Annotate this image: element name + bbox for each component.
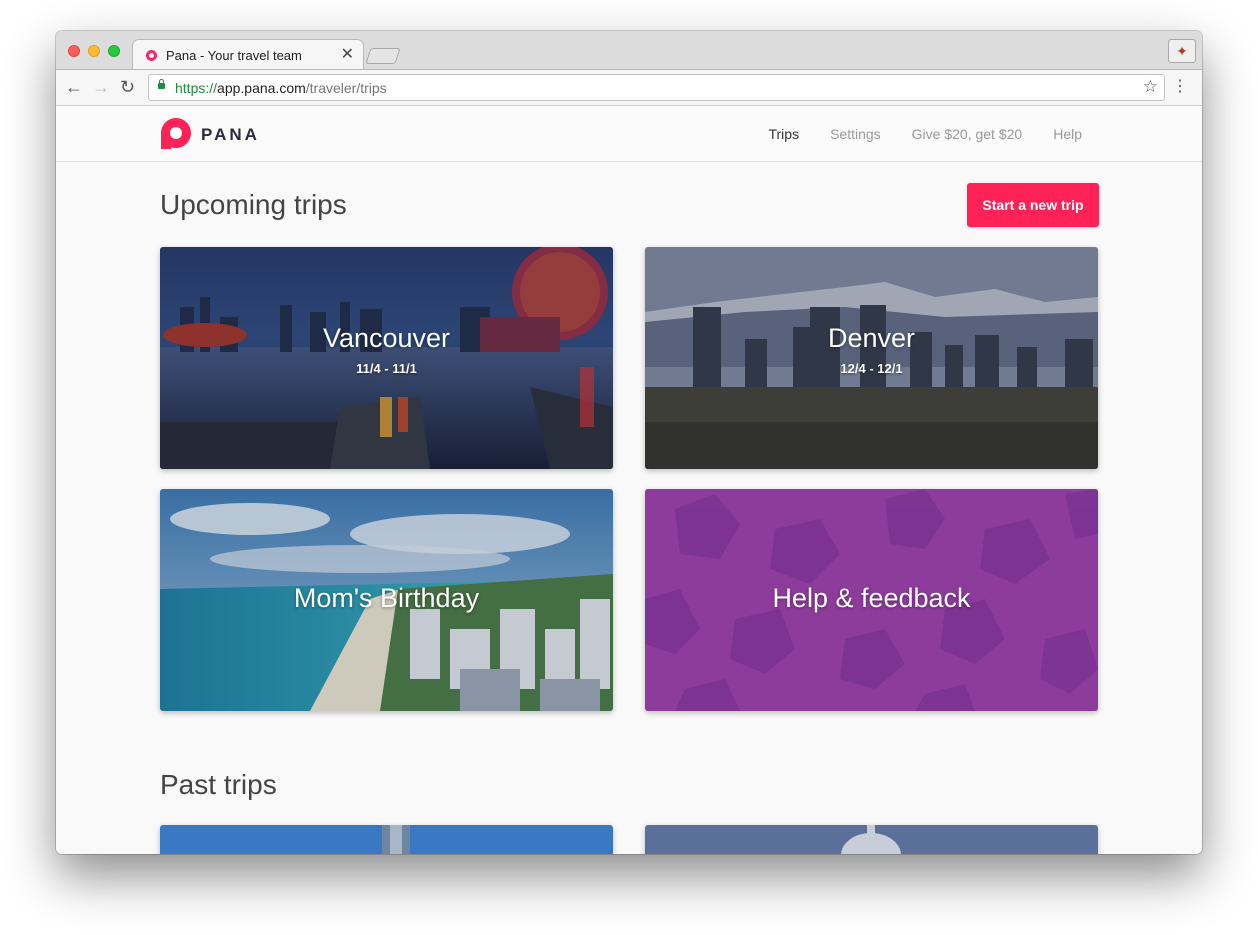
address-bar[interactable]: https://app.pana.com/traveler/trips ☆	[148, 74, 1165, 101]
nav-settings[interactable]: Settings	[830, 126, 881, 142]
bookmark-star-icon[interactable]: ☆	[1143, 77, 1158, 97]
trip-card-dates: 12/4 - 12/1	[840, 361, 903, 376]
url-path: /traveler/trips	[305, 80, 387, 96]
past-trip-card[interactable]	[645, 825, 1098, 854]
lock-icon	[158, 79, 165, 89]
main-nav: Trips Settings Give $20, get $20 Help	[737, 126, 1082, 142]
url-host: app.pana.com	[217, 80, 306, 96]
browser-toolbar: ← → ↻ https://app.pana.com/traveler/trip…	[56, 69, 1202, 106]
trip-card-title: Mom's Birthday	[293, 583, 480, 613]
trip-card-moms-birthday[interactable]: Mom's Birthday	[160, 489, 613, 711]
browser-menu-icon[interactable]: ⋮	[1172, 76, 1188, 98]
tab-title: Pana - Your travel team	[166, 48, 302, 63]
maximize-window-button[interactable]	[108, 45, 120, 57]
trip-card-vancouver[interactable]: Vancouver 11/4 - 11/1	[160, 247, 613, 469]
help-feedback-card[interactable]: Help & feedback	[645, 489, 1098, 711]
nav-referral[interactable]: Give $20, get $20	[912, 126, 1023, 142]
help-card-title: Help & feedback	[772, 583, 971, 613]
trip-card-title: Vancouver	[322, 323, 451, 353]
tab-strip: Pana - Your travel team ✕ ✦	[56, 31, 1202, 70]
past-trips-title: Past trips	[160, 769, 277, 800]
card-overlay	[645, 247, 1098, 469]
page-content: PANA Trips Settings Give $20, get $20 He…	[56, 106, 1202, 854]
past-trip-photo	[160, 825, 613, 854]
browser-window: Pana - Your travel team ✕ ✦ ← → ↻ https:…	[56, 31, 1202, 854]
new-tab-button[interactable]	[365, 48, 401, 64]
trip-card-denver[interactable]: Denver 12/4 - 12/1	[645, 247, 1098, 469]
forward-arrow-icon[interactable]: →	[92, 76, 110, 98]
pana-logo-icon[interactable]	[160, 118, 192, 150]
trip-card-title: Denver	[827, 323, 916, 353]
extension-icon[interactable]: ✦	[1168, 39, 1196, 63]
close-window-button[interactable]	[68, 45, 80, 57]
browser-tab[interactable]: Pana - Your travel team ✕	[132, 39, 364, 70]
pana-favicon-icon	[146, 50, 157, 61]
nav-help[interactable]: Help	[1053, 126, 1082, 142]
trip-card-dates: 11/4 - 11/1	[356, 361, 417, 376]
app-header: PANA Trips Settings Give $20, get $20 He…	[56, 106, 1202, 162]
past-trip-photo	[645, 825, 1098, 854]
nav-trips[interactable]: Trips	[768, 126, 799, 142]
back-arrow-icon[interactable]: ←	[65, 76, 83, 98]
logo-text[interactable]: PANA	[201, 125, 260, 145]
start-new-trip-button[interactable]: Start a new trip	[967, 183, 1099, 227]
card-overlay	[160, 247, 613, 469]
reload-icon[interactable]: ↻	[120, 76, 135, 98]
tab-close-icon[interactable]: ✕	[341, 45, 354, 65]
url-scheme: https://	[175, 80, 218, 96]
minimize-window-button[interactable]	[88, 45, 100, 57]
upcoming-trips-title: Upcoming trips	[160, 189, 347, 220]
url-text[interactable]: https://app.pana.com/traveler/trips	[175, 80, 387, 96]
past-trip-card[interactable]	[160, 825, 613, 854]
